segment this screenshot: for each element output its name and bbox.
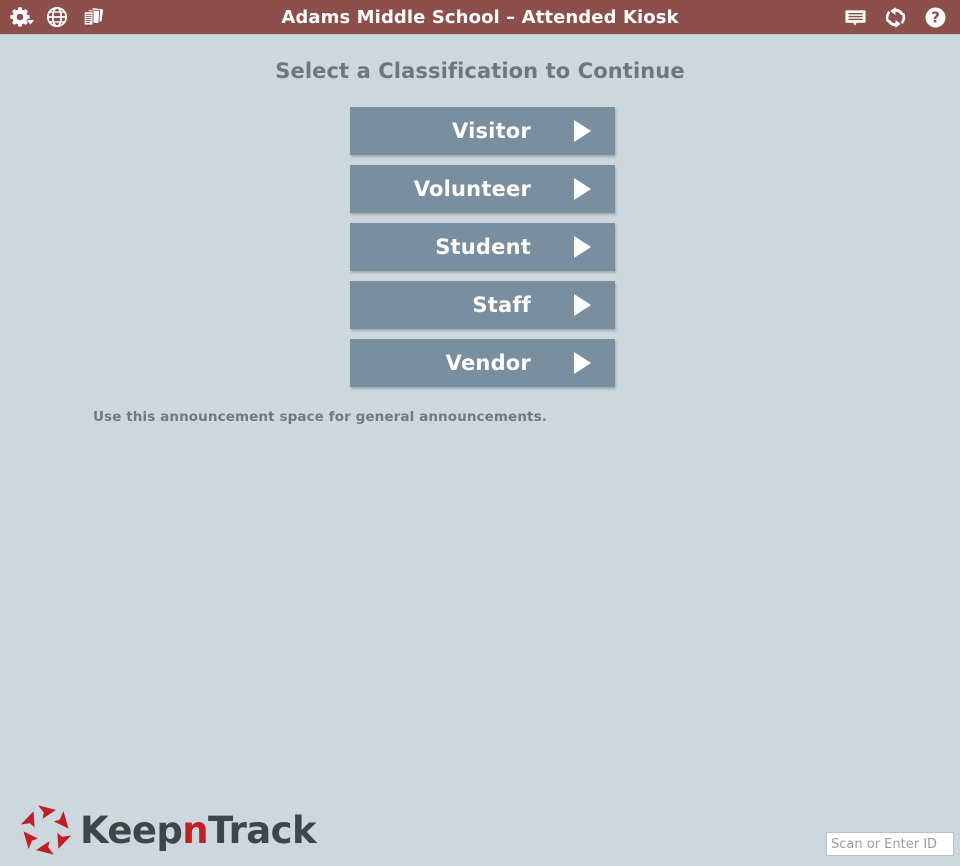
page-heading: Select a Classification to Continue bbox=[275, 59, 685, 83]
scan-input[interactable] bbox=[826, 832, 954, 856]
classification-button-volunteer[interactable]: Volunteer bbox=[350, 165, 615, 213]
chevron-right-icon bbox=[574, 120, 591, 142]
classification-label: Vendor bbox=[445, 351, 531, 375]
classification-label: Staff bbox=[472, 293, 531, 317]
logo-text-n: n bbox=[182, 808, 209, 852]
classification-button-vendor[interactable]: Vendor bbox=[350, 339, 615, 387]
announcement-text: Use this announcement space for general … bbox=[93, 409, 547, 425]
chevron-right-icon bbox=[574, 352, 591, 374]
keepntrack-logo-text: KeepnTrack bbox=[80, 808, 317, 852]
page-title: Adams Middle School – Attended Kiosk bbox=[281, 7, 679, 28]
message-icon[interactable] bbox=[840, 2, 870, 32]
logo-text-track: Track bbox=[208, 808, 317, 852]
classification-label: Visitor bbox=[451, 119, 531, 143]
classification-button-visitor[interactable]: Visitor bbox=[350, 107, 615, 155]
globe-icon[interactable] bbox=[42, 2, 72, 32]
gear-dropdown-icon[interactable] bbox=[6, 2, 36, 32]
scan-field-wrapper bbox=[826, 832, 954, 856]
reports-icon-glyph bbox=[83, 6, 104, 26]
titlebar: Adams Middle School – Attended Kiosk ? bbox=[0, 0, 960, 35]
globe-icon-glyph bbox=[46, 6, 68, 28]
classification-button-staff[interactable]: Staff bbox=[350, 281, 615, 329]
classification-button-student[interactable]: Student bbox=[350, 223, 615, 271]
reports-icon[interactable] bbox=[78, 2, 108, 32]
help-icon-glyph: ? bbox=[925, 7, 945, 27]
logo-text-keep: Keep bbox=[80, 808, 183, 852]
classification-label: Student bbox=[435, 235, 531, 259]
titlebar-left-icons bbox=[0, 2, 108, 32]
chevron-right-icon bbox=[574, 236, 591, 258]
refresh-icon[interactable] bbox=[880, 2, 910, 32]
refresh-icon-glyph bbox=[885, 6, 905, 28]
chevron-right-icon bbox=[574, 294, 591, 316]
help-icon[interactable]: ? bbox=[920, 2, 950, 32]
svg-text:?: ? bbox=[931, 8, 940, 26]
keepntrack-logo: KeepnTrack bbox=[18, 802, 317, 858]
titlebar-right-icons: ? bbox=[840, 2, 960, 32]
classification-label: Volunteer bbox=[413, 177, 531, 201]
message-icon-glyph bbox=[844, 9, 866, 26]
classification-list: Visitor Volunteer Student Staff Vendor bbox=[350, 107, 615, 397]
chevron-down-icon bbox=[26, 20, 34, 25]
chevron-right-icon bbox=[574, 178, 591, 200]
keepntrack-logo-mark-icon bbox=[20, 805, 72, 855]
